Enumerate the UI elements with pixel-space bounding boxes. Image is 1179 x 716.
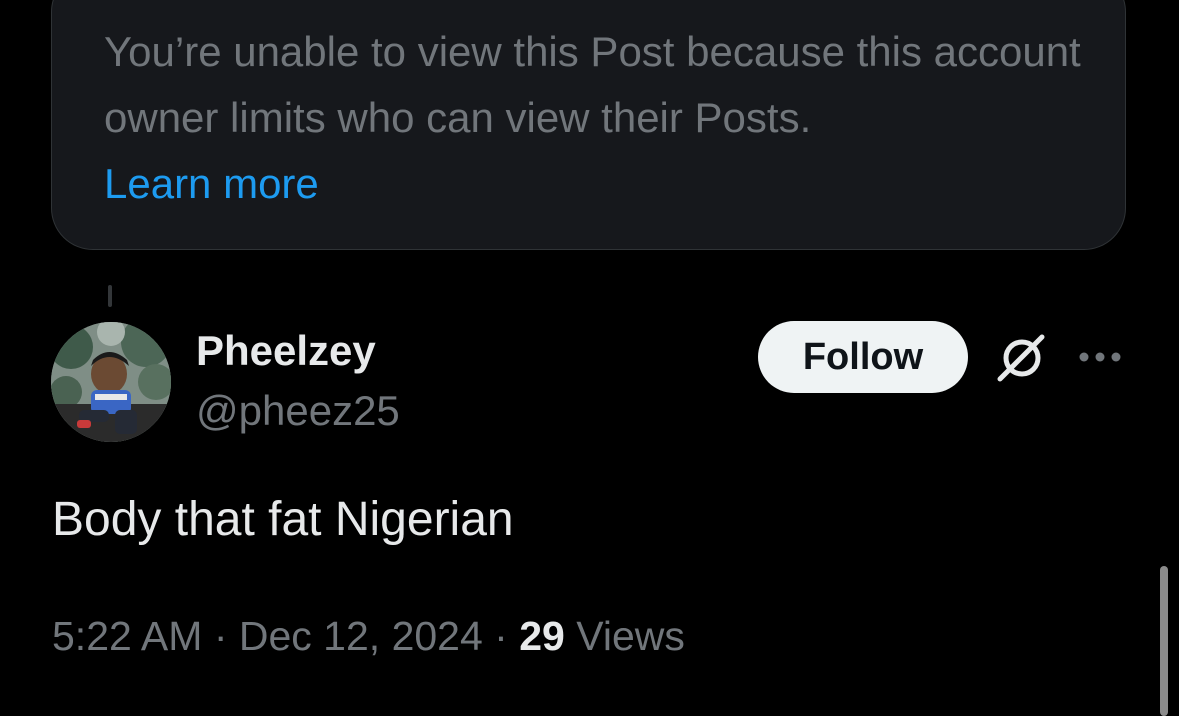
meta-separator: · <box>202 613 239 659</box>
post-time[interactable]: 5:22 AM <box>52 613 202 659</box>
more-options-icon[interactable] <box>1076 347 1124 367</box>
learn-more-link[interactable]: Learn more <box>104 151 319 217</box>
cartoon-avatar-icon <box>51 322 171 442</box>
meta-separator: · <box>482 613 520 659</box>
post-date[interactable]: Dec 12, 2024 <box>239 613 483 659</box>
ellipsis-icon <box>1079 352 1121 362</box>
restricted-post-notice: You’re unable to view this Post because … <box>51 0 1126 250</box>
post-metadata: 5:22 AM · Dec 12, 2024 · 29 Views <box>52 610 685 662</box>
scrollbar[interactable] <box>1160 566 1168 716</box>
grok-slash-circle-icon <box>997 334 1045 382</box>
notice-text: You’re unable to view this Post because … <box>104 28 1081 141</box>
author-display-name[interactable]: Pheelzey <box>196 326 376 376</box>
author-handle[interactable]: @pheez25 <box>196 386 400 436</box>
post-text: Body that fat Nigerian <box>52 493 514 546</box>
thread-connector-line <box>108 285 112 307</box>
views-count[interactable]: 29 <box>519 613 565 659</box>
follow-button[interactable]: Follow <box>758 321 968 393</box>
views-label[interactable]: Views <box>576 613 685 659</box>
avatar[interactable] <box>51 322 171 442</box>
grok-icon[interactable] <box>994 331 1048 385</box>
